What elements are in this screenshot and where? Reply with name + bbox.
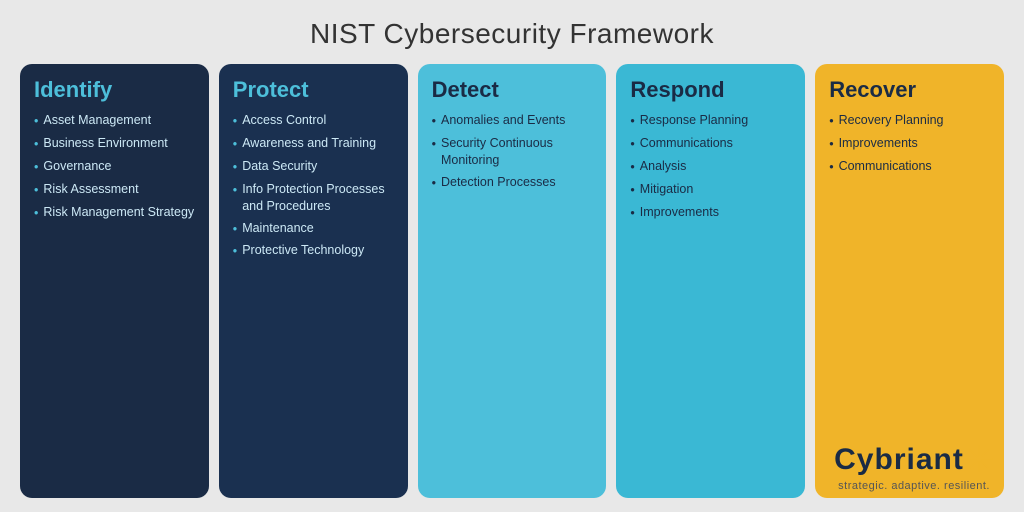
protect-items: Access Control Awareness and Training Data… <box>233 112 396 265</box>
protect-header: Protect <box>233 78 396 102</box>
recover-header: Recover <box>829 78 992 102</box>
list-item: Recovery Planning <box>829 112 992 130</box>
list-item: Improvements <box>829 135 992 153</box>
respond-items: Response Planning Communications Analysis M… <box>630 112 793 226</box>
list-item: Awareness and Training <box>233 135 396 153</box>
list-item: Security Continuous Monitoring <box>432 135 595 169</box>
list-item: Data Security <box>233 158 396 176</box>
identify-header: Identify <box>34 78 197 102</box>
brand-tagline: strategic. adaptive. resilient. <box>838 480 990 492</box>
list-item: Communications <box>829 158 992 176</box>
identify-items: Asset Management Business Environment Gove… <box>34 112 197 226</box>
brand-name: Cybriant <box>834 443 964 477</box>
list-item: Mitigation <box>630 181 793 199</box>
columns-area-wrapper: Identify Asset Management Business Environ… <box>20 64 1004 498</box>
brand-star-icon: ✳ <box>964 442 994 478</box>
column-recover: Recover Recovery Planning Improvements Comm… <box>815 64 1004 498</box>
list-item: Business Environment <box>34 135 197 153</box>
column-identify: Identify Asset Management Business Environ… <box>20 64 209 498</box>
brand-overlay: Cybriant ✳ strategic. adaptive. resilien… <box>834 442 994 492</box>
list-item: Maintenance <box>233 220 396 238</box>
respond-header: Respond <box>630 78 793 102</box>
list-item: Anomalies and Events <box>432 112 595 130</box>
recover-items: Recovery Planning Improvements Communicati… <box>829 112 992 181</box>
list-item: Asset Management <box>34 112 197 130</box>
list-item: Analysis <box>630 158 793 176</box>
list-item: Governance <box>34 158 197 176</box>
detect-header: Detect <box>432 78 595 102</box>
list-item: Communications <box>630 135 793 153</box>
list-item: Improvements <box>630 204 793 222</box>
page-wrapper: NIST Cybersecurity Framework Identify Ass… <box>0 0 1024 512</box>
column-protect: Protect Access Control Awareness and Train… <box>219 64 408 498</box>
list-item: Detection Processes <box>432 174 595 192</box>
list-item: Info Protection Processes and Procedures <box>233 181 396 215</box>
list-item: Protective Technology <box>233 242 396 260</box>
list-item: Access Control <box>233 112 396 130</box>
list-item: Response Planning <box>630 112 793 130</box>
list-item: Risk Management Strategy <box>34 204 197 222</box>
column-detect: Detect Anomalies and Events Security Conti… <box>418 64 607 498</box>
page-title: NIST Cybersecurity Framework <box>310 18 714 50</box>
detect-items: Anomalies and Events Security Continuous … <box>432 112 595 197</box>
column-respond: Respond Response Planning Communications An… <box>616 64 805 498</box>
columns-area: Identify Asset Management Business Environ… <box>20 64 1004 498</box>
list-item: Risk Assessment <box>34 181 197 199</box>
